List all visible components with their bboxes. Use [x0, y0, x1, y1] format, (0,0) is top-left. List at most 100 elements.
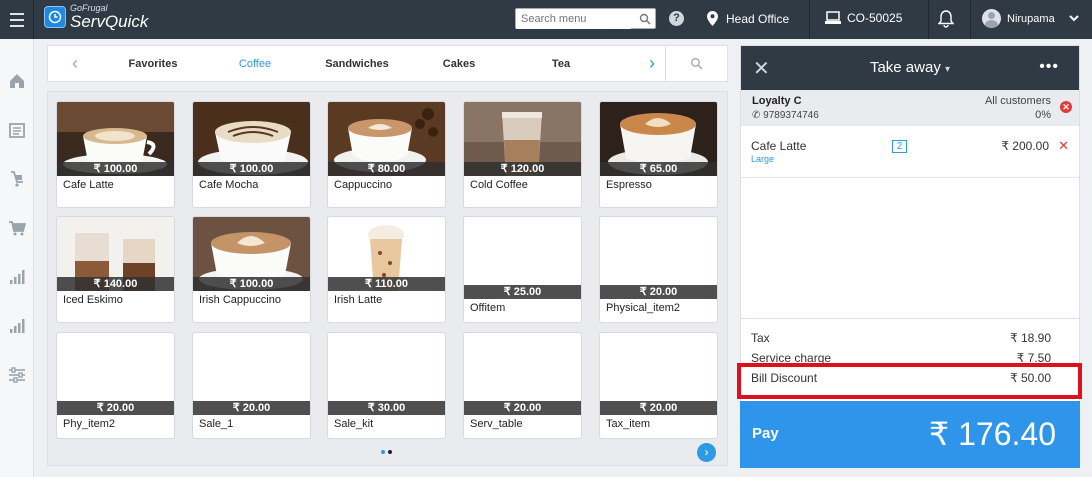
product-tile[interactable]: ₹ 20.00 Serv_table: [463, 332, 582, 439]
pay-button[interactable]: Pay ₹ 176.40: [740, 401, 1080, 468]
product-tile[interactable]: ₹ 100.00 Irish Cappuccino: [192, 216, 311, 323]
terminal-label: CO-50025: [847, 11, 903, 25]
top-bar: GoFrugal ServQuick ? Head Office CO-5002…: [0, 0, 1092, 39]
tab-favorites[interactable]: Favorites: [102, 58, 204, 70]
more-options-icon[interactable]: •••: [1039, 58, 1059, 76]
bill-discount-highlight: [737, 363, 1082, 399]
cart-icon[interactable]: [8, 219, 27, 237]
product-name: Phy_item2: [63, 418, 115, 430]
sidebar: [0, 39, 34, 477]
location-label: Head Office: [726, 11, 790, 26]
avatar: [982, 9, 1001, 28]
product-tile[interactable]: ₹ 100.00 Cafe Latte: [56, 101, 175, 208]
customer-info[interactable]: Loyalty C ✆ 9789374746 All customers 0% …: [741, 90, 1079, 126]
search-box[interactable]: [515, 8, 656, 29]
tab-sandwiches[interactable]: Sandwiches: [306, 58, 408, 70]
product-name: Serv_table: [470, 418, 523, 430]
product-name: Cold Coffee: [470, 179, 528, 191]
product-tile[interactable]: ₹ 25.00 Offitem: [463, 216, 582, 323]
product-tile[interactable]: ₹ 20.00 Phy_item2: [56, 332, 175, 439]
product-tile[interactable]: ₹ 20.00 Tax_item: [599, 332, 718, 439]
tab-tea[interactable]: Tea: [510, 58, 612, 70]
product-price: ₹ 20.00: [57, 401, 174, 415]
product-tile[interactable]: ₹ 20.00 Physical_item2: [599, 216, 718, 323]
next-page-icon[interactable]: ›: [697, 443, 716, 462]
product-price: ₹ 20.00: [600, 285, 717, 299]
prev-category-icon[interactable]: ‹: [48, 46, 102, 81]
product-tile[interactable]: ₹ 100.00 Cafe Mocha: [192, 101, 311, 208]
product-tile[interactable]: ₹ 65.00 Espresso: [599, 101, 718, 208]
product-price: ₹ 110.00: [328, 277, 445, 291]
page-indicator[interactable]: [381, 450, 392, 454]
home-icon[interactable]: [8, 72, 26, 90]
help-icon[interactable]: ?: [669, 11, 684, 26]
product-grid: ₹ 100.00 Cafe Latte ₹ 100.00 Cafe Mocha ₹ 80…: [47, 91, 728, 466]
product-tile[interactable]: ₹ 80.00 Cappuccino: [327, 101, 446, 208]
product-tile[interactable]: ₹ 30.00 Sale_kit: [327, 332, 446, 439]
product-name: Iced Eskimo: [63, 294, 123, 306]
customer-discount: 0%: [1035, 109, 1051, 121]
order-line-item[interactable]: Cafe Latte Large 2 ₹ 200.00 ✕: [741, 126, 1079, 178]
order-type-selector[interactable]: Take away ▾: [741, 59, 1079, 76]
terminal-selector[interactable]: CO-50025: [825, 11, 902, 25]
product-name: Espresso: [606, 179, 652, 191]
item-quantity[interactable]: 2: [892, 140, 907, 153]
category-search-icon[interactable]: [665, 46, 727, 81]
delivery-icon[interactable]: [8, 170, 26, 188]
customer-phone: 9789374746: [763, 110, 819, 121]
notification-bell-icon[interactable]: [937, 10, 955, 33]
remove-customer-icon[interactable]: ✕: [1060, 101, 1072, 113]
product-price: ₹ 100.00: [193, 277, 310, 291]
product-price: ₹ 20.00: [464, 401, 581, 415]
chevron-down-icon: [1068, 15, 1079, 22]
location-selector[interactable]: Head Office: [707, 11, 789, 26]
item-variant: Large: [751, 154, 775, 164]
order-header: ✕ Take away ▾ •••: [741, 46, 1079, 90]
product-tile[interactable]: ₹ 140.00 Iced Eskimo: [56, 216, 175, 323]
tab-coffee[interactable]: Coffee: [204, 58, 306, 70]
product-price: ₹ 140.00: [57, 277, 174, 291]
logo-big-text: ServQuick: [70, 12, 149, 31]
pay-total: ₹ 176.40: [928, 416, 1056, 452]
pay-label: Pay: [752, 425, 779, 442]
reports-icon[interactable]: [8, 268, 26, 286]
product-name: Irish Cappuccino: [199, 294, 281, 306]
menu-icon[interactable]: [0, 0, 34, 39]
search-input[interactable]: [516, 9, 631, 29]
product-tile[interactable]: ₹ 20.00 Sale_1: [192, 332, 311, 439]
tab-cakes[interactable]: Cakes: [408, 58, 510, 70]
user-menu[interactable]: Nirupama: [982, 9, 1079, 28]
product-price: ₹ 25.00: [464, 285, 581, 299]
product-tile[interactable]: ₹ 110.00 Irish Latte: [327, 216, 446, 323]
product-name: Cafe Mocha: [199, 179, 259, 191]
chevron-down-icon: ▾: [945, 64, 951, 75]
product-name: Cafe Latte: [63, 179, 114, 191]
app-logo: GoFrugal ServQuick: [44, 4, 148, 30]
item-price: ₹ 200.00: [1001, 139, 1049, 153]
user-name: Nirupama: [1007, 12, 1055, 25]
orders-icon[interactable]: [8, 121, 26, 139]
product-price: ₹ 80.00: [328, 162, 445, 176]
customer-phone-row: ✆ 9789374746: [752, 110, 819, 121]
analytics-icon[interactable]: [8, 317, 26, 335]
product-name: Irish Latte: [334, 294, 383, 306]
product-price: ₹ 20.00: [600, 401, 717, 415]
order-type-label: Take away: [869, 59, 941, 76]
terminal-icon: [825, 11, 841, 24]
product-price: ₹ 100.00: [57, 162, 174, 176]
product-price: ₹ 100.00: [193, 162, 310, 176]
product-name: Physical_item2: [606, 302, 680, 314]
product-name: Cappuccino: [334, 179, 393, 191]
delete-item-icon[interactable]: ✕: [1058, 138, 1069, 154]
customer-name: Loyalty C: [752, 95, 802, 107]
search-icon[interactable]: [639, 12, 651, 30]
tax-row: Tax ₹ 18.90: [751, 331, 1051, 345]
product-name: Sale_kit: [334, 418, 374, 430]
product-name: Offitem: [470, 302, 506, 314]
tax-value: ₹ 18.90: [1010, 331, 1051, 345]
product-price: ₹ 20.00: [193, 401, 310, 415]
clock-logo-icon: [44, 6, 66, 28]
settings-sliders-icon[interactable]: [8, 366, 26, 384]
product-tile[interactable]: ₹ 120.00 Cold Coffee: [463, 101, 582, 208]
customer-group: All customers: [984, 95, 1051, 107]
